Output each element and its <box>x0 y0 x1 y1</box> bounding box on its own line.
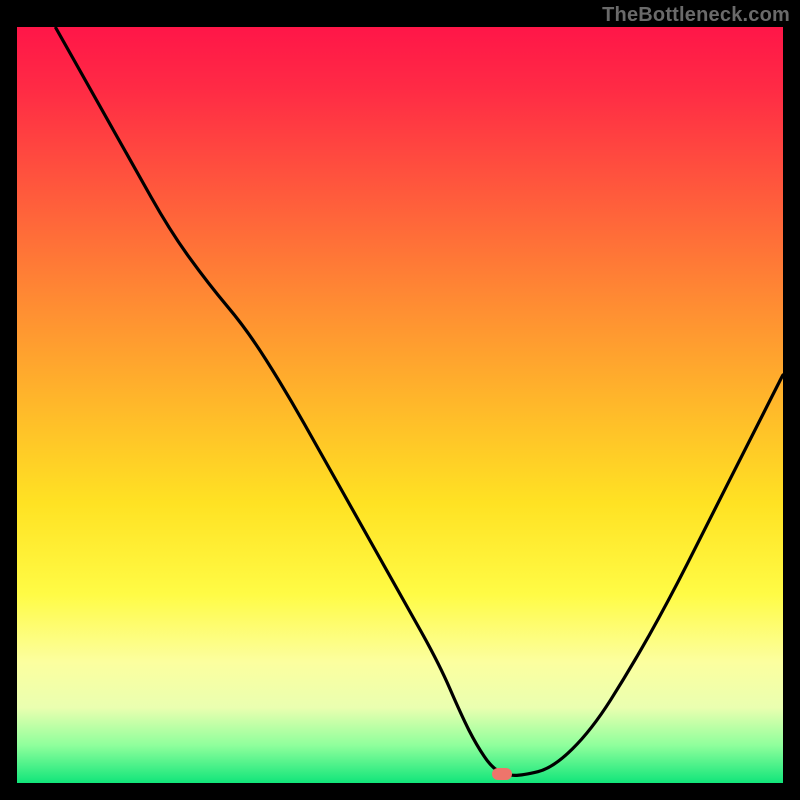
watermark-text: TheBottleneck.com <box>602 4 790 27</box>
bottleneck-curve <box>17 27 783 783</box>
chart-frame: TheBottleneck.com <box>0 0 800 800</box>
plot-area <box>17 27 783 783</box>
curve-path <box>55 27 783 775</box>
optimum-marker <box>492 768 512 780</box>
